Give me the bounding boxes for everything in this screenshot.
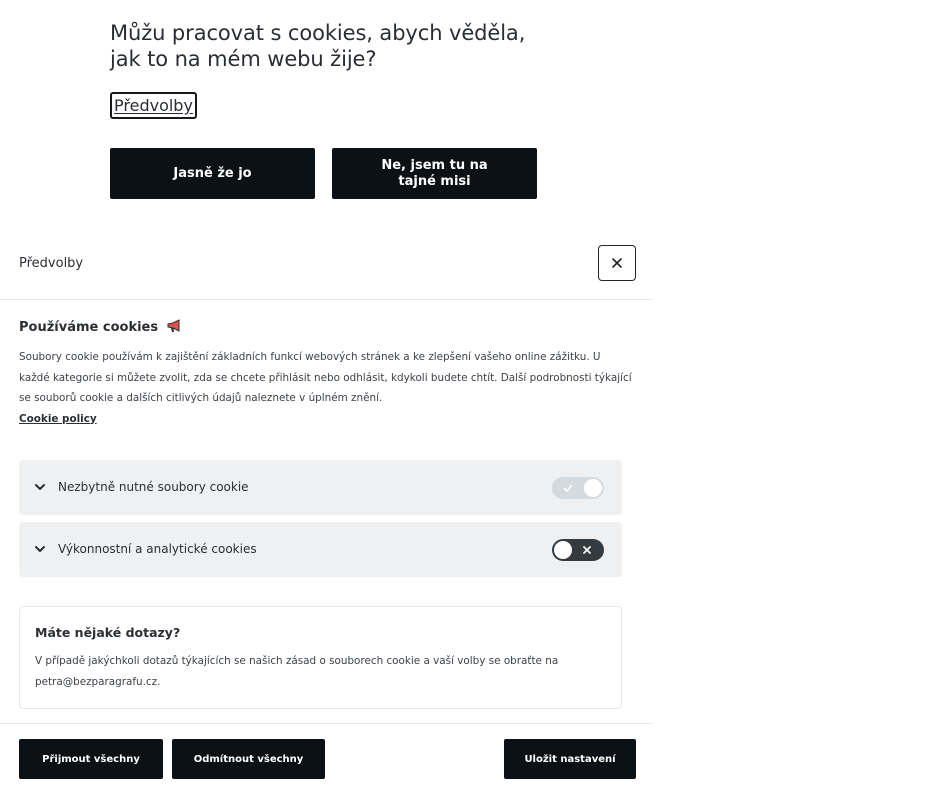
preferences-modal: Předvolby Používáme cookies Soubory cook…: [0, 230, 652, 788]
megaphone-icon: [167, 319, 180, 332]
modal-header: Předvolby: [0, 230, 652, 300]
close-button[interactable]: [598, 245, 636, 281]
preferences-link[interactable]: Předvolby: [110, 92, 197, 119]
reject-all-button[interactable]: Odmítnout všechny: [172, 739, 325, 779]
category-analytics[interactable]: Výkonnostní a analytické cookies: [19, 522, 622, 577]
close-icon: [612, 258, 622, 268]
faq-box: Máte nějaké dotazy? V případě jakýchkoli…: [19, 606, 622, 709]
faq-title: Máte nějaké dotazy?: [35, 625, 181, 640]
category-necessary-label: Nezbytně nutné soubory cookie: [58, 480, 249, 494]
necessary-toggle[interactable]: [552, 477, 604, 499]
toggle-knob: [584, 479, 602, 497]
check-icon: [563, 484, 573, 492]
consent-question: Můžu pracovat s cookies, abych věděla, j…: [110, 21, 526, 71]
modal-title: Předvolby: [19, 256, 84, 271]
accept-all-button[interactable]: Přijmout všechny: [19, 739, 163, 779]
accept-cookies-button[interactable]: Jasně že jo: [110, 148, 315, 199]
save-settings-button[interactable]: Uložit nastavení: [504, 739, 636, 779]
x-icon: [583, 546, 591, 554]
category-necessary[interactable]: Nezbytně nutné soubory cookie: [19, 460, 622, 515]
reject-cookies-button[interactable]: Ne, jsem tu na tajné misi: [332, 148, 537, 199]
toggle-knob: [554, 541, 572, 559]
intro-heading-text: Používáme cookies: [19, 320, 159, 335]
faq-text: V případě jakýchkoli dotazů týkajících s…: [35, 655, 559, 688]
category-analytics-label: Výkonnostní a analytické cookies: [58, 542, 257, 556]
intro-text-body: Soubory cookie používám k zajištění zákl…: [19, 351, 632, 404]
intro-heading: Používáme cookies: [19, 319, 182, 335]
chevron-down-icon: [35, 546, 45, 552]
chevron-down-icon: [35, 484, 45, 490]
cookie-policy-link[interactable]: Cookie policy: [19, 413, 97, 425]
consent-banner: Můžu pracovat s cookies, abych věděla, j…: [110, 20, 550, 199]
modal-footer: Přijmout všechny Odmítnout všechny Uloži…: [0, 723, 652, 788]
analytics-toggle[interactable]: [552, 539, 604, 561]
intro-text: Soubory cookie používám k zajištění zákl…: [19, 347, 634, 429]
